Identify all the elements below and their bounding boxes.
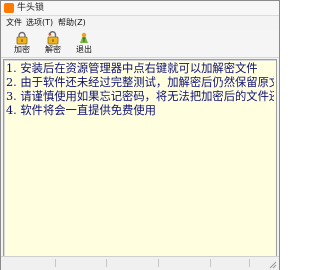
editor-line-3: 3. 请谨慎使用如果忘记密码，将无法把加密后的文件还原 bbox=[6, 90, 274, 103]
unlock-icon bbox=[47, 31, 59, 45]
decrypt-label: 解密 bbox=[45, 45, 61, 54]
exit-button[interactable]: 退出 bbox=[71, 30, 97, 57]
status-pane-2 bbox=[106, 259, 107, 267]
editor-line-4: 4. 软件将会一直提供免费使用 bbox=[6, 104, 156, 117]
encrypt-label: 加密 bbox=[14, 45, 30, 54]
window-title: 牛头锁 bbox=[17, 3, 45, 13]
status-pane-5 bbox=[249, 259, 250, 267]
editor-line-1: 1. 安装后在资源管理器中点右键就可以加解密文件 bbox=[6, 62, 258, 75]
title-bar: 牛头锁 bbox=[1, 1, 279, 16]
decrypt-button[interactable]: 解密 bbox=[40, 30, 66, 57]
status-bar bbox=[1, 256, 279, 270]
menu-bar: 文件 选项(T) 帮助(Z) bbox=[1, 16, 279, 29]
toolbar: 加密 解密 退出 bbox=[1, 30, 279, 58]
status-pane-3 bbox=[158, 259, 159, 267]
exit-icon bbox=[80, 32, 88, 43]
encrypt-button[interactable]: 加密 bbox=[9, 30, 35, 57]
status-pane-4 bbox=[210, 259, 211, 267]
status-pane-1 bbox=[55, 259, 56, 267]
editor-content: 1. 安装后在资源管理器中点右键就可以加解密文件 2. 由于软件还未经过完整测试… bbox=[6, 62, 274, 118]
app-window: 牛头锁 文件 选项(T) 帮助(Z) 加密 解密 退出 1. 安装后在资源管理器… bbox=[0, 0, 280, 270]
text-editor[interactable]: 1. 安装后在资源管理器中点右键就可以加解密文件 2. 由于软件还未经过完整测试… bbox=[3, 59, 277, 257]
menu-help[interactable]: 帮助(Z) bbox=[58, 17, 86, 28]
resize-grip-icon[interactable] bbox=[269, 261, 277, 269]
menu-options[interactable]: 选项(T) bbox=[26, 17, 53, 28]
exit-label: 退出 bbox=[76, 45, 92, 54]
editor-line-2: 2. 由于软件还未经过完整测试，加解密后仍然保留原文件 bbox=[6, 76, 274, 89]
menu-file[interactable]: 文件 bbox=[6, 17, 22, 28]
lock-icon bbox=[16, 31, 28, 45]
app-logo-icon bbox=[4, 3, 14, 13]
